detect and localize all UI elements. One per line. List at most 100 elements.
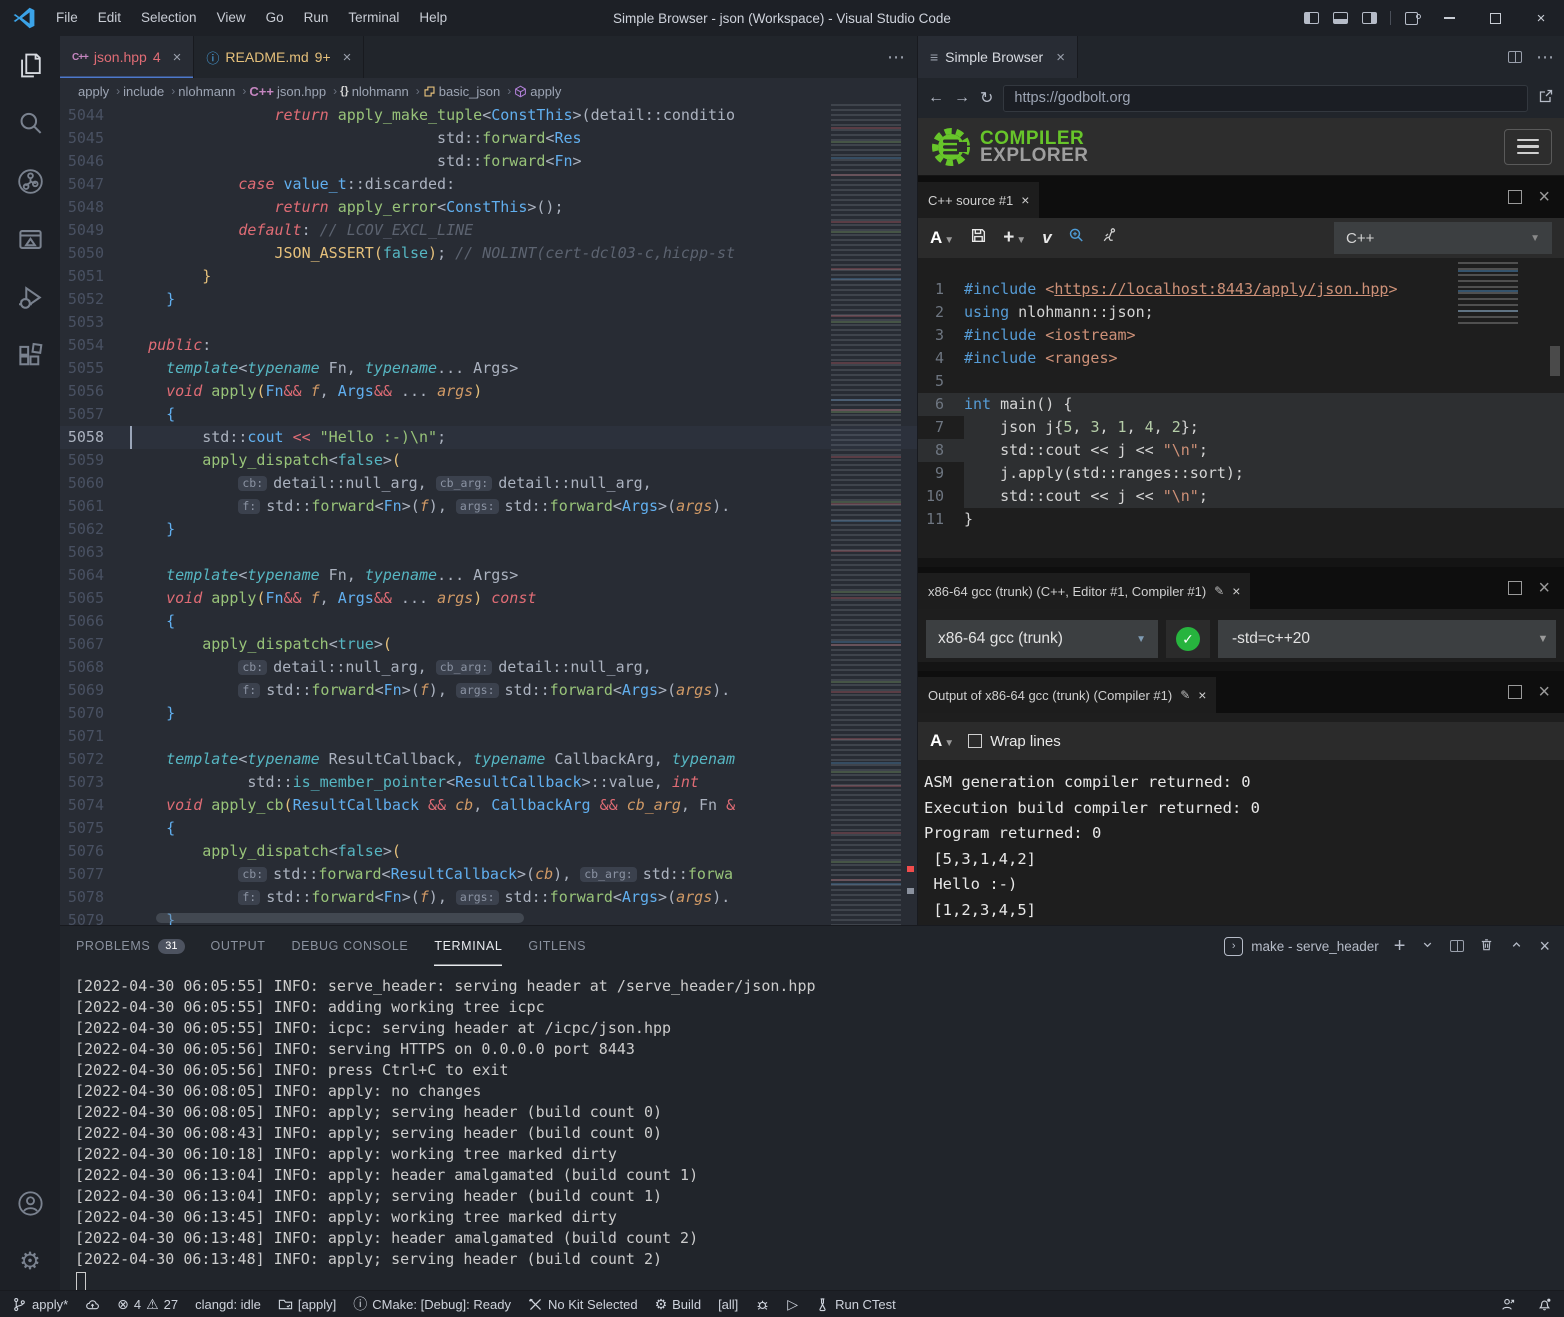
maximize-panel-icon[interactable] bbox=[1509, 937, 1524, 955]
code-line[interactable]: 5072 template<typename ResultCallback, t… bbox=[60, 748, 917, 771]
ce-code-line[interactable]: 5 bbox=[918, 370, 1564, 393]
back-icon[interactable]: ← bbox=[928, 89, 944, 107]
code-line[interactable]: 5059 apply_dispatch<false>( bbox=[60, 449, 917, 472]
maximize-pane-icon[interactable] bbox=[1508, 581, 1522, 595]
editor-tab[interactable]: ⓘ README.md 9+ × bbox=[194, 36, 364, 78]
horizontal-scrollbar[interactable] bbox=[156, 913, 524, 923]
ce-code-line[interactable]: 9 j.apply(std::ranges::sort); bbox=[918, 462, 1564, 485]
menu-item[interactable]: Help bbox=[409, 5, 457, 31]
ce-code-line[interactable]: 7 json j{5, 3, 1, 4, 2}; bbox=[918, 416, 1564, 439]
output-pane-tab[interactable]: Output of x86-64 gcc (trunk) (Compiler #… bbox=[918, 677, 1216, 713]
toggle-panel-icon[interactable] bbox=[1333, 12, 1348, 24]
code-line[interactable]: 5061 f:std::forward<Fn>(f), args:std::fo… bbox=[60, 495, 917, 518]
compiler-explorer-logo[interactable]: COMPILER EXPLORER bbox=[930, 126, 1089, 168]
maximize-button[interactable] bbox=[1472, 0, 1518, 36]
terminal-content[interactable]: [2022-04-30 06:05:55] INFO: serve_header… bbox=[60, 966, 1564, 1291]
ctest[interactable]: Run CTest bbox=[815, 1297, 896, 1312]
panel-tab[interactable]: OUTPUT bbox=[211, 926, 266, 966]
menu-item[interactable]: Run bbox=[294, 5, 339, 31]
code-line[interactable]: 5051 } bbox=[60, 265, 917, 288]
maximize-pane-icon[interactable] bbox=[1508, 190, 1522, 204]
hamburger-menu-icon[interactable] bbox=[1504, 129, 1552, 165]
rename-pane-icon[interactable]: ✎ bbox=[1180, 688, 1190, 702]
code-line[interactable]: 5055 template<typename Fn, typename... A… bbox=[60, 357, 917, 380]
open-external-icon[interactable] bbox=[1538, 88, 1554, 109]
panel-tab[interactable]: GITLENS bbox=[528, 926, 586, 966]
code-line[interactable]: 5076 apply_dispatch<false>( bbox=[60, 840, 917, 863]
code-line[interactable]: 5069 f:std::forward<Fn>(f), args:std::fo… bbox=[60, 679, 917, 702]
code-line[interactable]: 5049 default: // LCOV_EXCL_LINE bbox=[60, 219, 917, 242]
code-line[interactable]: 5077 cb:std::forward<ResultCallback>(cb)… bbox=[60, 863, 917, 886]
sync-status[interactable] bbox=[85, 1297, 100, 1312]
tab-close-icon[interactable]: × bbox=[343, 49, 352, 66]
editor-tab[interactable]: C++ json.hpp 4 × bbox=[60, 36, 194, 78]
reload-icon[interactable]: ↻ bbox=[980, 88, 993, 108]
ce-code-line[interactable]: 8 std::cout << j << "\n"; bbox=[918, 439, 1564, 462]
cmake-icon[interactable] bbox=[0, 210, 60, 268]
code-line[interactable]: 5044 return apply_make_tuple<ConstThis>(… bbox=[60, 104, 917, 127]
terminal-selector[interactable]: › make - serve_header bbox=[1224, 937, 1379, 956]
code-line[interactable]: 5047 case value_t::discarded: bbox=[60, 173, 917, 196]
panel-tab[interactable]: TERMINAL bbox=[434, 926, 502, 966]
forward-icon[interactable]: → bbox=[954, 89, 970, 107]
compiler-options-input[interactable]: -std=c++20 bbox=[1218, 620, 1530, 658]
wrap-lines-checkbox[interactable] bbox=[968, 734, 982, 748]
extensions-icon[interactable] bbox=[0, 326, 60, 384]
breadcrumb-item[interactable]: › include bbox=[113, 84, 164, 99]
code-editor[interactable]: 5044 return apply_make_tuple<ConstThis>(… bbox=[60, 104, 917, 925]
ce-code-line[interactable]: 4 #include <ranges> bbox=[918, 347, 1564, 370]
language-select[interactable]: C++▼ bbox=[1334, 222, 1552, 254]
cpp-insights-icon[interactable] bbox=[1068, 227, 1085, 249]
cmake-target[interactable]: [all] bbox=[718, 1297, 738, 1312]
menu-item[interactable]: Go bbox=[256, 5, 294, 31]
code-line[interactable]: 5065 void apply(Fn&& f, Args&& ... args)… bbox=[60, 587, 917, 610]
cmake-debug[interactable] bbox=[755, 1297, 770, 1312]
code-line[interactable]: 5064 template<typename Fn, typename... A… bbox=[60, 564, 917, 587]
ce-scrollbar[interactable] bbox=[1550, 346, 1560, 376]
git-branch-status[interactable]: apply* bbox=[12, 1297, 68, 1312]
simple-browser-tab[interactable]: ≡ Simple Browser × bbox=[918, 36, 1078, 78]
close-panel-icon[interactable]: × bbox=[1539, 936, 1550, 957]
close-icon[interactable]: × bbox=[1021, 192, 1029, 208]
split-terminal-icon[interactable] bbox=[1450, 940, 1464, 952]
code-line[interactable]: 5050 JSON_ASSERT(false); // NOLINT(cert-… bbox=[60, 242, 917, 265]
vim-toggle-icon[interactable]: v bbox=[1042, 228, 1051, 248]
terminal-dropdown-icon[interactable] bbox=[1420, 937, 1435, 955]
source-pane-tab[interactable]: C++ source #1 × bbox=[918, 182, 1039, 218]
cmake-build[interactable]: ⚙Build bbox=[655, 1296, 701, 1313]
url-input[interactable]: https://godbolt.org bbox=[1003, 85, 1528, 112]
code-line[interactable]: 5074 void apply_cb(ResultCallback && cb,… bbox=[60, 794, 917, 817]
menu-item[interactable]: Selection bbox=[131, 5, 207, 31]
minimap[interactable] bbox=[831, 104, 901, 925]
cmake-launch[interactable]: ▷ bbox=[787, 1296, 798, 1313]
menu-item[interactable]: Edit bbox=[88, 5, 131, 31]
accounts-icon[interactable] bbox=[0, 1174, 60, 1232]
cmake-kit[interactable]: No Kit Selected bbox=[528, 1297, 638, 1312]
tab-close-icon[interactable]: × bbox=[1056, 49, 1065, 66]
rename-pane-icon[interactable]: ✎ bbox=[1214, 584, 1224, 598]
search-icon[interactable] bbox=[0, 94, 60, 152]
close-icon[interactable]: × bbox=[1198, 687, 1206, 703]
explorer-icon[interactable] bbox=[0, 36, 60, 94]
maximize-pane-icon[interactable] bbox=[1508, 685, 1522, 699]
breadcrumb-item[interactable]: › nlohmann bbox=[168, 84, 235, 99]
compiler-select[interactable]: x86-64 gcc (trunk)▼ bbox=[926, 620, 1158, 658]
breadcrumb-item[interactable]: › C++ json.hpp bbox=[239, 84, 326, 99]
code-line[interactable]: 5067 apply_dispatch<true>( bbox=[60, 633, 917, 656]
ce-code-line[interactable]: 11 } bbox=[918, 508, 1564, 531]
close-pane-icon[interactable]: × bbox=[1538, 187, 1550, 207]
new-terminal-icon[interactable]: + bbox=[1394, 935, 1406, 958]
save-icon[interactable] bbox=[970, 227, 987, 249]
quick-bench-icon[interactable] bbox=[1101, 227, 1118, 249]
panel-tab[interactable]: DEBUG CONSOLE bbox=[292, 926, 409, 966]
code-line[interactable]: 5054 public: bbox=[60, 334, 917, 357]
notifications[interactable] bbox=[1537, 1297, 1552, 1312]
font-size-button[interactable]: A▼ bbox=[930, 731, 954, 751]
code-line[interactable]: 5057 { bbox=[60, 403, 917, 426]
code-line[interactable]: 5066 { bbox=[60, 610, 917, 633]
code-line[interactable]: 5068 cb:detail::null_arg, cb_arg:detail:… bbox=[60, 656, 917, 679]
code-line[interactable]: 5048 return apply_error<ConstThis>(); bbox=[60, 196, 917, 219]
breadcrumb-item[interactable]: › basic_json bbox=[413, 84, 500, 99]
settings-gear-icon[interactable]: ⚙ bbox=[0, 1232, 60, 1290]
ce-code-line[interactable]: 10 std::cout << j << "\n"; bbox=[918, 485, 1564, 508]
